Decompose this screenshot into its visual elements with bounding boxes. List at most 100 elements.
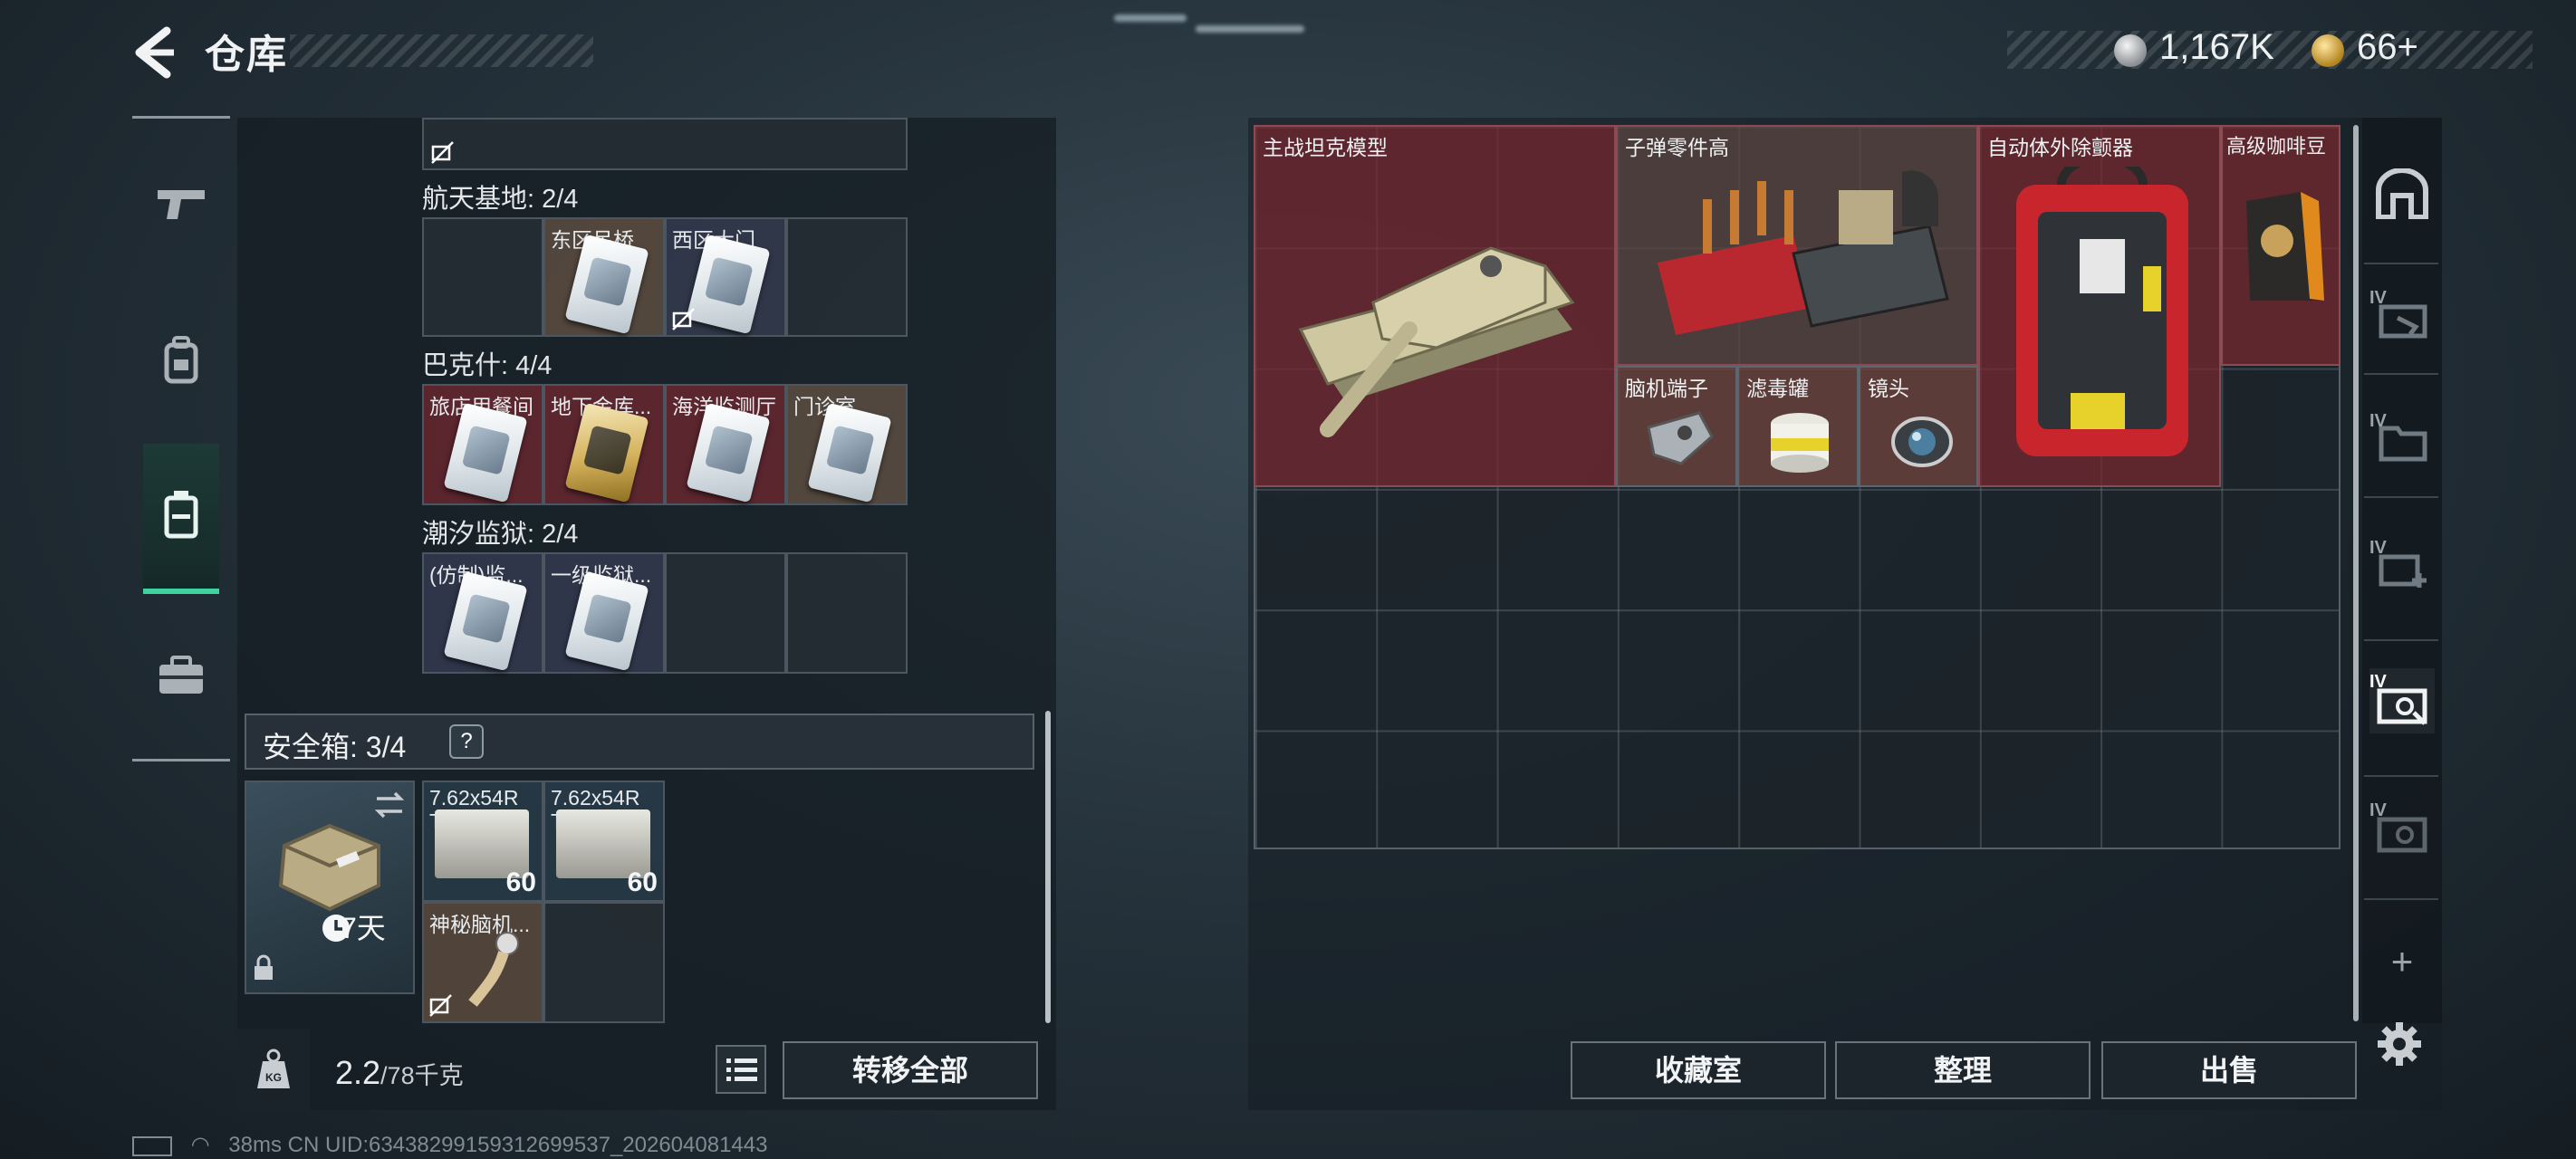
silver-currency-value[interactable]: 1,167K [2159,27,2274,68]
key-slot[interactable]: (仿制)监... [422,552,543,674]
tab-level: IV [2369,538,2387,558]
key-slot[interactable]: 门诊室 [786,384,908,505]
key-group-label: 航天基地: 2/4 [422,185,579,214]
folder-icon[interactable]: IV [2369,407,2435,473]
title-decoration [290,34,593,67]
key-slot[interactable]: 地下金库... [543,384,665,505]
bound-item-icon [431,141,454,164]
key-slot-empty[interactable] [786,217,908,337]
collection-room-button[interactable]: 收藏室 [1571,1041,1826,1099]
item-name: 脑机端子 [1625,377,1708,400]
item-slot-empty[interactable] [543,902,665,1023]
swap-icon[interactable] [373,790,406,820]
safe-box-label: 安全箱: 3/4 [263,731,407,763]
garage-icon[interactable] [2369,161,2435,226]
lock-icon [255,954,273,980]
tab-divider [2364,639,2438,641]
wifi-icon: ◠ [190,1133,210,1157]
gun-bench-icon[interactable]: IV [2369,284,2435,350]
plus-icon[interactable]: + [2369,929,2435,994]
list-icon[interactable] [716,1045,766,1094]
key-slot-empty[interactable] [665,552,786,674]
gold-currency-value[interactable]: 66+ [2357,27,2418,68]
brain-terminal-icon [1647,411,1714,465]
gold-coin-icon [2312,34,2344,67]
page-title: 仓库 [205,33,288,77]
item-name: 高级咖啡豆 [2226,135,2327,158]
tab-divider [2364,263,2438,264]
weapon-case-icon[interactable]: IV [2369,668,2435,733]
carry-weight: 2.2/78千克 [335,1054,464,1092]
item-slot[interactable]: 神秘脑机... [422,902,543,1023]
storage-item[interactable]: 子弹零件高 [1616,125,1978,366]
safe-case-icon [278,823,380,912]
svg-text:KG: KG [265,1071,282,1084]
bound-item-icon [429,994,452,1017]
ammo-slot[interactable]: 7.62x54R T46M 60 [422,781,543,902]
storage-case-icon[interactable] [143,444,219,594]
gear-icon[interactable] [2377,1021,2422,1067]
help-button[interactable]: ? [449,724,484,759]
scrollbar[interactable] [1045,711,1051,1023]
backpack-icon[interactable] [143,322,219,398]
brain-chip-icon [468,932,519,1007]
rental-time: 7天 [341,912,386,944]
storage-item[interactable]: 脑机端子 [1616,366,1737,487]
storage-item[interactable]: 自动体外除颤器 [1978,125,2221,487]
item-name: 自动体外除颤器 [1987,136,2133,159]
tab-level: IV [2369,672,2387,692]
tab-level: IV [2369,288,2387,308]
key-slot-row-partial [422,118,908,170]
scrollbar[interactable] [2353,125,2359,1021]
tab-level: IV [2369,411,2387,431]
storage-item[interactable]: 镜头 [1859,366,1978,487]
storage-item[interactable]: 高级咖啡豆 [2221,125,2341,366]
key-slot[interactable]: 一级监狱... [543,552,665,674]
filter-canister-icon [1771,413,1829,473]
ammo-count: 60 [627,867,658,897]
storage-item[interactable]: 主战坦克模型 [1254,125,1616,487]
safe-box-item[interactable] [245,781,415,994]
ceiling-light [1196,25,1304,33]
tab-divider [2364,373,2438,375]
weight-value: 2.2 [335,1054,381,1091]
tab-level: IV [2369,800,2387,820]
tab-divider [2364,898,2438,900]
battery-icon [132,1135,172,1156]
ceiling-light [1114,14,1187,22]
key-slot[interactable]: 西区大门 [665,217,786,337]
tank-model-icon [1298,246,1575,437]
item-name: 镜头 [1868,377,1909,400]
lens-icon [1891,417,1953,467]
key-slot-empty[interactable] [422,217,543,337]
item-name: 滤毒罐 [1746,377,1809,400]
coffee-bag-icon [2246,192,2324,301]
sell-button[interactable]: 出售 [2101,1041,2357,1099]
key-group-label: 巴克什: 4/4 [422,351,553,380]
storage-item[interactable]: 滤毒罐 [1737,366,1859,487]
gun-icon[interactable] [143,165,219,241]
key-slot[interactable]: 旅店用餐间 [422,384,543,505]
transfer-all-button[interactable]: 转移全部 [783,1041,1038,1099]
medical-case-icon[interactable]: IV [2369,534,2435,599]
weapon-case-icon[interactable]: IV [2369,797,2435,862]
weight-capacity: /78千克 [380,1062,464,1089]
key-slot-empty[interactable] [786,552,908,674]
key-slot[interactable]: 东区吊桥 [543,217,665,337]
nav-divider [132,759,230,761]
tab-divider [2364,775,2438,777]
toolbox-icon[interactable] [143,637,219,714]
silver-coin-icon [2114,34,2147,67]
bound-item-icon [672,308,695,330]
ammo-parts-icon [1658,170,1949,335]
item-name: 主战坦克模型 [1263,136,1388,159]
ammo-count: 60 [505,867,536,897]
tab-divider [2364,496,2438,498]
key-group-label: 潮汐监狱: 2/4 [422,520,579,549]
sort-button[interactable]: 整理 [1835,1041,2091,1099]
back-arrow-icon[interactable] [127,25,181,80]
key-slot[interactable]: 海洋监测厅 [665,384,786,505]
network-uid-text: 38ms CN UID:6343829915931269​9537_202604… [228,1133,768,1157]
ammo-slot[interactable]: 7.62x54R T46M 60 [543,781,665,902]
nav-divider [132,116,230,119]
